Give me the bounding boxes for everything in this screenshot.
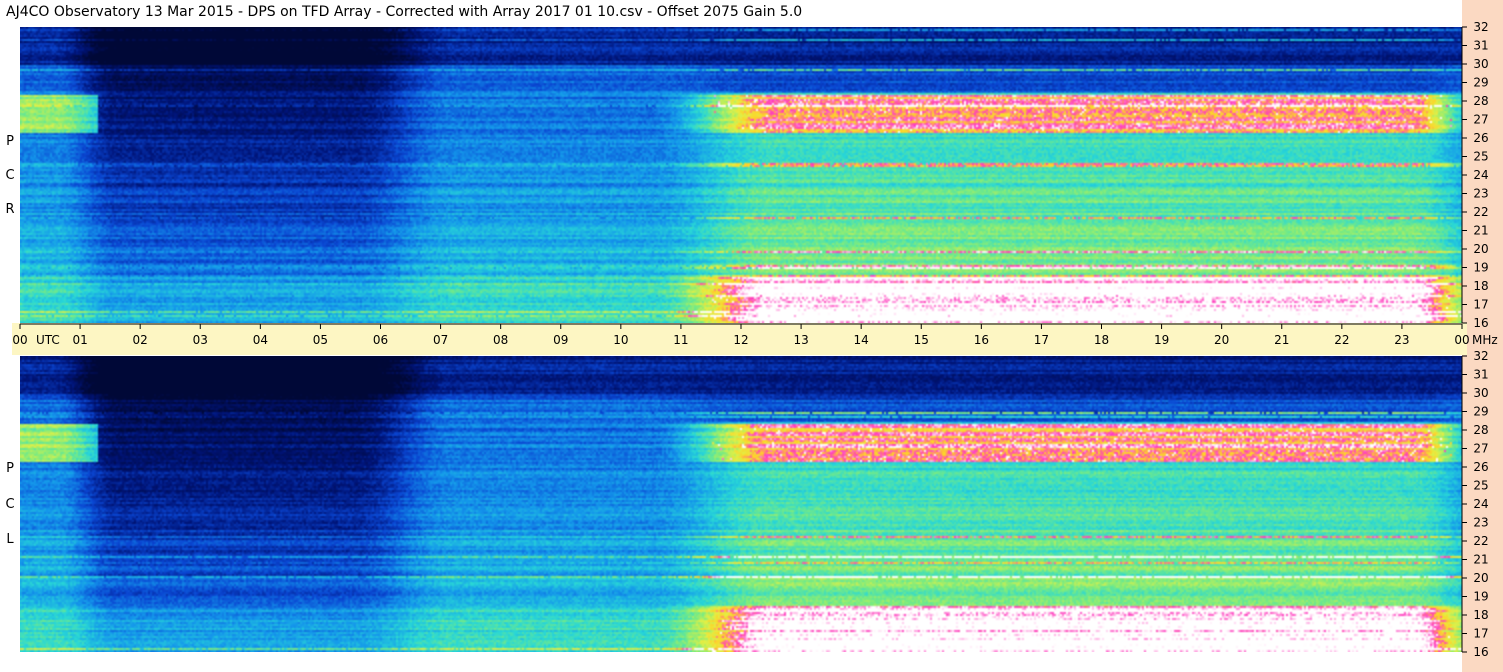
lcp-freq-label-25: 25: [1473, 479, 1488, 493]
rcp-freq-label-22: 22: [1473, 205, 1488, 219]
time-label-20: 20: [1214, 333, 1229, 347]
time-label-1: 01: [72, 333, 87, 347]
rcp-freq-label-32: 32: [1473, 20, 1488, 34]
lcp-freq-label-22: 22: [1473, 534, 1488, 548]
lcp-freq-label-30: 30: [1473, 386, 1488, 400]
lcp-freq-label-29: 29: [1473, 405, 1488, 419]
time-label-10: 10: [613, 333, 628, 347]
time-label-15: 15: [914, 333, 929, 347]
rcp-freq-label-31: 31: [1473, 39, 1488, 53]
rcp-freq-label-18: 18: [1473, 279, 1488, 293]
rcp-freq-label-20: 20: [1473, 242, 1488, 256]
rcp-freq-label-27: 27: [1473, 113, 1488, 127]
rcp-freq-label-24: 24: [1473, 168, 1488, 182]
lcp-freq-label-26: 26: [1473, 460, 1488, 474]
lcp-freq-label-23: 23: [1473, 516, 1488, 530]
rcp-freq-label-16: 16: [1473, 316, 1488, 330]
time-label-6: 06: [373, 333, 388, 347]
lcp-freq-label-18: 18: [1473, 608, 1488, 622]
lcp-freq-label-31: 31: [1473, 368, 1488, 382]
rcp-freq-label-28: 28: [1473, 94, 1488, 108]
time-label-3: 03: [193, 333, 208, 347]
lcp-freq-label-17: 17: [1473, 627, 1488, 641]
time-label-4: 04: [253, 333, 268, 347]
rcp-freq-label-26: 26: [1473, 131, 1488, 145]
time-unit-label: UTC: [36, 333, 60, 347]
lcp-freq-label-19: 19: [1473, 590, 1488, 604]
lcp-freq-label-24: 24: [1473, 497, 1488, 511]
time-label-22: 22: [1334, 333, 1349, 347]
time-label-2: 02: [133, 333, 148, 347]
time-label-8: 08: [493, 333, 508, 347]
lcp-freq-label-28: 28: [1473, 423, 1488, 437]
time-label-18: 18: [1094, 333, 1109, 347]
time-label-19: 19: [1154, 333, 1169, 347]
time-label-24: 00: [1454, 333, 1469, 347]
rcp-freq-label-17: 17: [1473, 298, 1488, 312]
lcp-freq-label-32: 32: [1473, 349, 1488, 363]
time-label-21: 21: [1274, 333, 1289, 347]
axes-layer: 16 17 18 19 20 21 22 23 24 25 26 27 28 29 30 31 32 16 17 18…: [12, 20, 1498, 659]
lcp-freq-label-20: 20: [1473, 571, 1488, 585]
rcp-freq-label-30: 30: [1473, 57, 1488, 71]
time-label-14: 14: [854, 333, 869, 347]
time-label-0: 00: [12, 333, 27, 347]
rcp-freq-label-25: 25: [1473, 150, 1488, 164]
rcp-freq-label-23: 23: [1473, 187, 1488, 201]
lcp-freq-label-21: 21: [1473, 553, 1488, 567]
rcp-freq-label-19: 19: [1473, 261, 1488, 275]
frequency-unit-label: MHz: [1472, 333, 1498, 347]
time-label-17: 17: [1034, 333, 1049, 347]
time-label-5: 05: [313, 333, 328, 347]
rcp-freq-label-21: 21: [1473, 224, 1488, 238]
lcp-freq-label-27: 27: [1473, 442, 1488, 456]
time-label-12: 12: [733, 333, 748, 347]
time-label-9: 09: [553, 333, 568, 347]
time-label-13: 13: [793, 333, 808, 347]
time-label-16: 16: [974, 333, 989, 347]
lcp-freq-label-16: 16: [1473, 645, 1488, 659]
rcp-freq-label-29: 29: [1473, 76, 1488, 90]
time-label-7: 07: [433, 333, 448, 347]
time-label-11: 11: [673, 333, 688, 347]
time-label-23: 23: [1394, 333, 1409, 347]
